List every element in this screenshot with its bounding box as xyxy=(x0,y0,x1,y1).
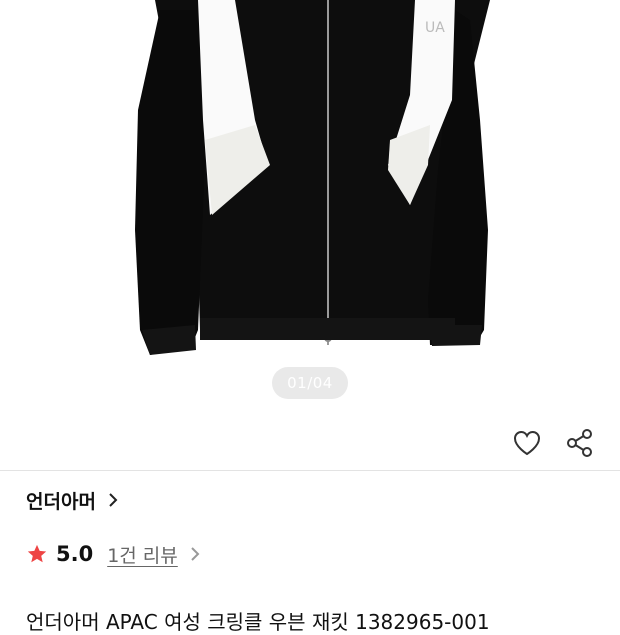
review-count-link[interactable]: 1건 리뷰 xyxy=(107,541,178,568)
brand-name: 언더아머 xyxy=(26,490,96,513)
rating-row: 5.0 1건 리뷰 xyxy=(26,538,200,570)
share-icon[interactable] xyxy=(565,427,595,459)
chevron-right-icon xyxy=(109,493,118,507)
chevron-right-icon[interactable] xyxy=(190,546,200,562)
star-icon xyxy=(27,544,47,563)
product-title: 언더아머 APAC 여성 크링클 우븐 재킷 1382965-001 xyxy=(26,610,490,634)
divider xyxy=(0,470,620,471)
product-image[interactable]: UA 01/04 xyxy=(0,0,620,410)
brand-link[interactable]: 언더아머 xyxy=(26,484,118,516)
image-pager: 01/04 xyxy=(272,367,348,399)
rating-score: 5.0 xyxy=(56,542,94,566)
heart-icon[interactable] xyxy=(511,427,543,459)
svg-text:UA: UA xyxy=(425,20,445,36)
action-bar xyxy=(0,416,620,470)
jacket-photo: UA xyxy=(135,0,490,355)
